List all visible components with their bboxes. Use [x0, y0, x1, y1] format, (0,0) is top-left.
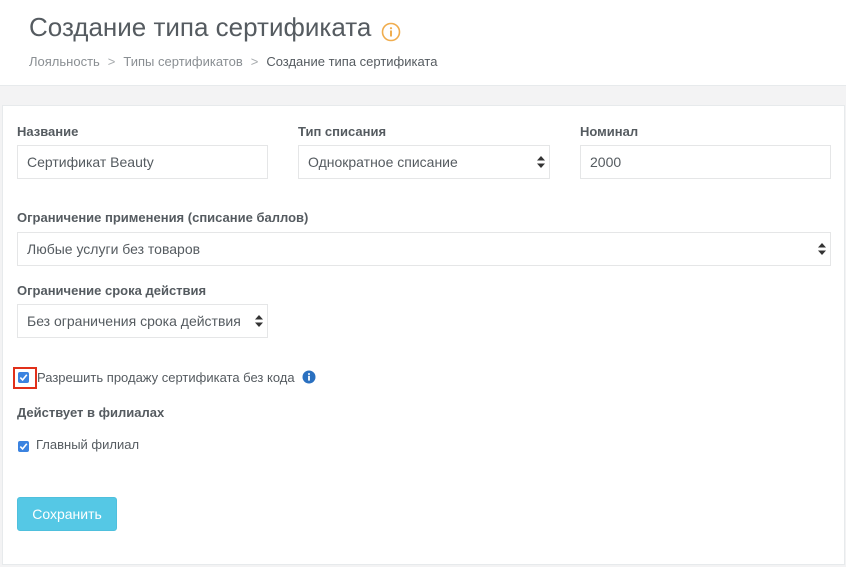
name-label: Название	[17, 124, 79, 139]
branch-main-checkbox[interactable]	[18, 441, 29, 452]
save-button[interactable]: Сохранить	[17, 497, 117, 531]
breadcrumb-loyalty[interactable]: Лояльность	[29, 54, 100, 69]
branches-label: Действует в филиалах	[17, 405, 165, 420]
form-panel: Название Сертификат Beauty Тип списания …	[2, 105, 845, 565]
allow-sale-without-code-label[interactable]: Разрешить продажу сертификата без кода	[37, 370, 295, 385]
breadcrumb-certificate-types[interactable]: Типы сертификатов	[123, 54, 242, 69]
nominal-label: Номинал	[580, 124, 639, 139]
validity-restriction-label: Ограничение срока действия	[17, 283, 207, 298]
page-title-row: Создание типа сертификата	[29, 12, 401, 43]
writeoff-type-label: Тип списания	[298, 124, 387, 139]
allow-sale-without-code-row: Разрешить продажу сертификата без кода	[37, 370, 316, 385]
name-input[interactable]: Сертификат Beauty	[17, 145, 268, 179]
select-arrows-icon	[255, 315, 263, 327]
page-header: Создание типа сертификата Лояльность > Т…	[0, 0, 846, 86]
breadcrumb: Лояльность > Типы сертификатов > Создани…	[29, 54, 437, 69]
validity-restriction-value: Без ограничения срока действия	[27, 313, 241, 329]
usage-restriction-select[interactable]: Любые услуги без товаров	[17, 232, 831, 266]
select-arrows-icon	[537, 156, 545, 168]
breadcrumb-current: Создание типа сертификата	[266, 54, 438, 69]
nominal-input[interactable]: 2000	[580, 145, 831, 179]
breadcrumb-separator: >	[250, 54, 259, 69]
allow-sale-without-code-checkbox[interactable]	[18, 372, 29, 383]
writeoff-type-value: Однократное списание	[308, 154, 458, 170]
info-icon[interactable]	[302, 370, 316, 384]
validity-restriction-select[interactable]: Без ограничения срока действия	[17, 304, 268, 338]
breadcrumb-separator: >	[107, 54, 116, 69]
branch-main-label[interactable]: Главный филиал	[36, 437, 139, 452]
usage-restriction-value: Любые услуги без товаров	[27, 241, 201, 257]
writeoff-type-select[interactable]: Однократное списание	[298, 145, 550, 179]
info-icon[interactable]	[381, 18, 401, 41]
usage-restriction-label: Ограничение применения (списание баллов)	[17, 210, 309, 225]
name-input-value: Сертификат Beauty	[27, 154, 154, 170]
page-title: Создание типа сертификата	[29, 12, 372, 42]
nominal-input-value: 2000	[590, 154, 622, 170]
checkmark-icon	[19, 443, 28, 451]
checkmark-icon	[19, 374, 28, 382]
select-arrows-icon	[818, 243, 826, 255]
